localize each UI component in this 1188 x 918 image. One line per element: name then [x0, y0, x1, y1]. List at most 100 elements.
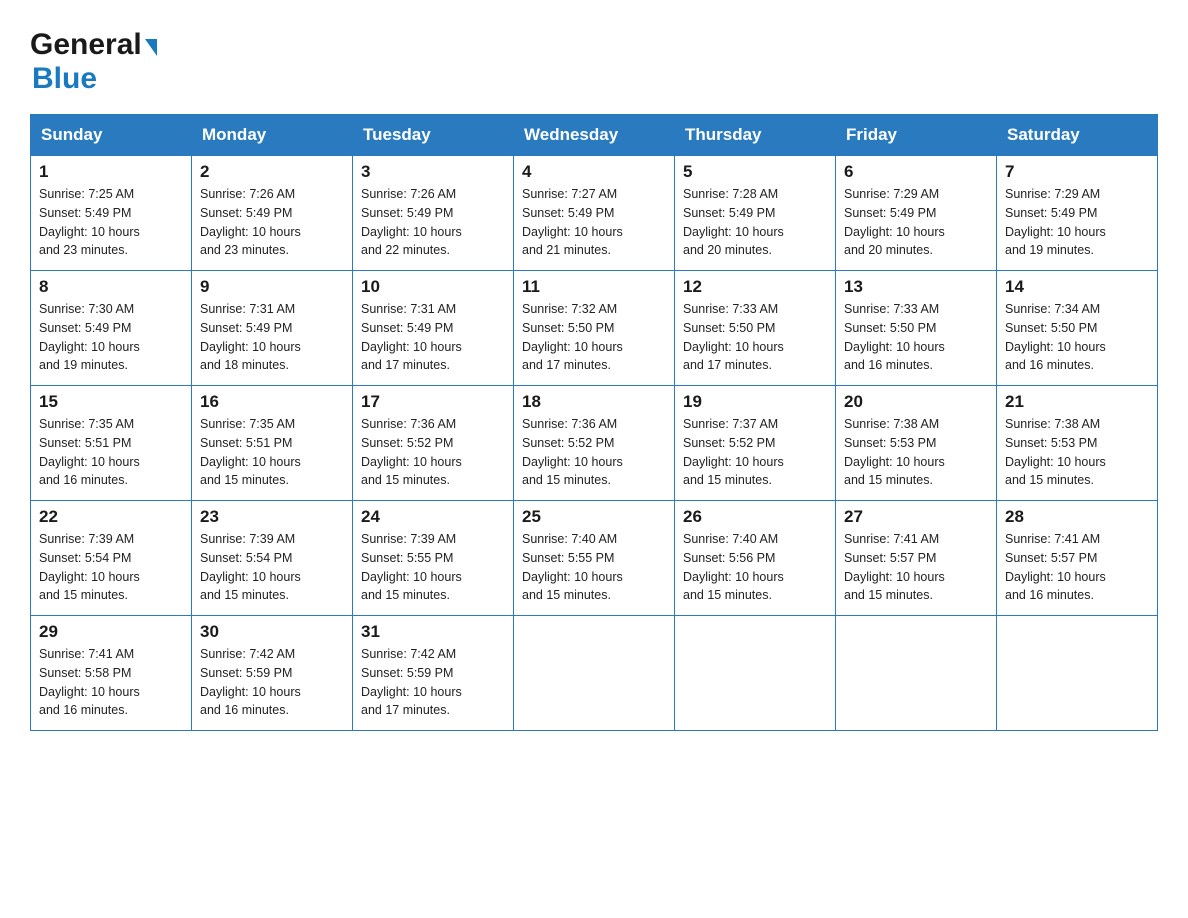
calendar-cell: 18 Sunrise: 7:36 AMSunset: 5:52 PMDayligh…	[514, 386, 675, 501]
calendar-table: SundayMondayTuesdayWednesdayThursdayFrid…	[30, 114, 1158, 731]
calendar-cell: 17 Sunrise: 7:36 AMSunset: 5:52 PMDayligh…	[353, 386, 514, 501]
day-info: Sunrise: 7:29 AMSunset: 5:49 PMDaylight:…	[1005, 185, 1149, 260]
calendar-cell: 6 Sunrise: 7:29 AMSunset: 5:49 PMDaylight…	[836, 156, 997, 271]
day-number: 24	[361, 507, 505, 527]
calendar-cell: 15 Sunrise: 7:35 AMSunset: 5:51 PMDayligh…	[31, 386, 192, 501]
day-info: Sunrise: 7:33 AMSunset: 5:50 PMDaylight:…	[844, 300, 988, 375]
logo-general: General	[30, 28, 142, 62]
day-info: Sunrise: 7:32 AMSunset: 5:50 PMDaylight:…	[522, 300, 666, 375]
day-number: 10	[361, 277, 505, 297]
day-info: Sunrise: 7:39 AMSunset: 5:54 PMDaylight:…	[39, 530, 183, 605]
day-info: Sunrise: 7:36 AMSunset: 5:52 PMDaylight:…	[522, 415, 666, 490]
weekday-header-row: SundayMondayTuesdayWednesdayThursdayFrid…	[31, 115, 1158, 156]
day-info: Sunrise: 7:28 AMSunset: 5:49 PMDaylight:…	[683, 185, 827, 260]
weekday-header-wednesday: Wednesday	[514, 115, 675, 156]
calendar-cell: 4 Sunrise: 7:27 AMSunset: 5:49 PMDaylight…	[514, 156, 675, 271]
calendar-cell: 13 Sunrise: 7:33 AMSunset: 5:50 PMDayligh…	[836, 271, 997, 386]
day-info: Sunrise: 7:42 AMSunset: 5:59 PMDaylight:…	[200, 645, 344, 720]
day-number: 27	[844, 507, 988, 527]
calendar-cell: 31 Sunrise: 7:42 AMSunset: 5:59 PMDayligh…	[353, 616, 514, 731]
day-info: Sunrise: 7:34 AMSunset: 5:50 PMDaylight:…	[1005, 300, 1149, 375]
day-number: 14	[1005, 277, 1149, 297]
day-number: 3	[361, 162, 505, 182]
page-header: General Blue	[30, 20, 1158, 96]
day-number: 11	[522, 277, 666, 297]
day-info: Sunrise: 7:31 AMSunset: 5:49 PMDaylight:…	[200, 300, 344, 375]
calendar-cell: 9 Sunrise: 7:31 AMSunset: 5:49 PMDaylight…	[192, 271, 353, 386]
day-info: Sunrise: 7:41 AMSunset: 5:58 PMDaylight:…	[39, 645, 183, 720]
calendar-cell: 7 Sunrise: 7:29 AMSunset: 5:49 PMDaylight…	[997, 156, 1158, 271]
weekday-header-tuesday: Tuesday	[353, 115, 514, 156]
weekday-header-monday: Monday	[192, 115, 353, 156]
calendar-cell: 10 Sunrise: 7:31 AMSunset: 5:49 PMDayligh…	[353, 271, 514, 386]
calendar-cell: 22Sunrise: 7:39 AMSunset: 5:54 PMDayligh…	[31, 501, 192, 616]
week-row-5: 29 Sunrise: 7:41 AMSunset: 5:58 PMDayligh…	[31, 616, 1158, 731]
calendar-cell: 21 Sunrise: 7:38 AMSunset: 5:53 PMDayligh…	[997, 386, 1158, 501]
day-number: 17	[361, 392, 505, 412]
day-info: Sunrise: 7:26 AMSunset: 5:49 PMDaylight:…	[200, 185, 344, 260]
day-info: Sunrise: 7:35 AMSunset: 5:51 PMDaylight:…	[200, 415, 344, 490]
day-number: 6	[844, 162, 988, 182]
day-number: 12	[683, 277, 827, 297]
day-number: 16	[200, 392, 344, 412]
day-info: Sunrise: 7:42 AMSunset: 5:59 PMDaylight:…	[361, 645, 505, 720]
logo: General Blue	[30, 20, 157, 96]
calendar-cell: 12 Sunrise: 7:33 AMSunset: 5:50 PMDayligh…	[675, 271, 836, 386]
day-info: Sunrise: 7:30 AMSunset: 5:49 PMDaylight:…	[39, 300, 183, 375]
day-info: Sunrise: 7:38 AMSunset: 5:53 PMDaylight:…	[1005, 415, 1149, 490]
day-number: 23	[200, 507, 344, 527]
day-number: 18	[522, 392, 666, 412]
day-number: 7	[1005, 162, 1149, 182]
calendar-cell: 28 Sunrise: 7:41 AMSunset: 5:57 PMDayligh…	[997, 501, 1158, 616]
calendar-cell: 2Sunrise: 7:26 AMSunset: 5:49 PMDaylight…	[192, 156, 353, 271]
calendar-cell: 19Sunrise: 7:37 AMSunset: 5:52 PMDayligh…	[675, 386, 836, 501]
calendar-cell: 16 Sunrise: 7:35 AMSunset: 5:51 PMDayligh…	[192, 386, 353, 501]
day-number: 29	[39, 622, 183, 642]
day-number: 20	[844, 392, 988, 412]
calendar-cell: 1 Sunrise: 7:25 AMSunset: 5:49 PMDaylight…	[31, 156, 192, 271]
day-number: 25	[522, 507, 666, 527]
week-row-4: 22Sunrise: 7:39 AMSunset: 5:54 PMDayligh…	[31, 501, 1158, 616]
day-info: Sunrise: 7:31 AMSunset: 5:49 PMDaylight:…	[361, 300, 505, 375]
calendar-cell: 24Sunrise: 7:39 AMSunset: 5:55 PMDayligh…	[353, 501, 514, 616]
week-row-3: 15 Sunrise: 7:35 AMSunset: 5:51 PMDayligh…	[31, 386, 1158, 501]
calendar-cell: 20Sunrise: 7:38 AMSunset: 5:53 PMDayligh…	[836, 386, 997, 501]
day-info: Sunrise: 7:41 AMSunset: 5:57 PMDaylight:…	[1005, 530, 1149, 605]
day-info: Sunrise: 7:35 AMSunset: 5:51 PMDaylight:…	[39, 415, 183, 490]
calendar-cell: 11 Sunrise: 7:32 AMSunset: 5:50 PMDayligh…	[514, 271, 675, 386]
calendar-cell: 8 Sunrise: 7:30 AMSunset: 5:49 PMDaylight…	[31, 271, 192, 386]
day-number: 5	[683, 162, 827, 182]
day-number: 15	[39, 392, 183, 412]
day-number: 9	[200, 277, 344, 297]
calendar-cell	[836, 616, 997, 731]
logo-blue: Blue	[32, 62, 97, 95]
day-number: 1	[39, 162, 183, 182]
day-info: Sunrise: 7:26 AMSunset: 5:49 PMDaylight:…	[361, 185, 505, 260]
day-info: Sunrise: 7:40 AMSunset: 5:56 PMDaylight:…	[683, 530, 827, 605]
day-number: 26	[683, 507, 827, 527]
day-number: 8	[39, 277, 183, 297]
day-info: Sunrise: 7:41 AMSunset: 5:57 PMDaylight:…	[844, 530, 988, 605]
day-info: Sunrise: 7:36 AMSunset: 5:52 PMDaylight:…	[361, 415, 505, 490]
calendar-cell: 5 Sunrise: 7:28 AMSunset: 5:49 PMDaylight…	[675, 156, 836, 271]
calendar-cell: 27 Sunrise: 7:41 AMSunset: 5:57 PMDayligh…	[836, 501, 997, 616]
calendar-cell: 25Sunrise: 7:40 AMSunset: 5:55 PMDayligh…	[514, 501, 675, 616]
day-number: 30	[200, 622, 344, 642]
day-number: 19	[683, 392, 827, 412]
calendar-cell: 14 Sunrise: 7:34 AMSunset: 5:50 PMDayligh…	[997, 271, 1158, 386]
day-number: 21	[1005, 392, 1149, 412]
day-number: 28	[1005, 507, 1149, 527]
weekday-header-thursday: Thursday	[675, 115, 836, 156]
day-info: Sunrise: 7:29 AMSunset: 5:49 PMDaylight:…	[844, 185, 988, 260]
day-info: Sunrise: 7:25 AMSunset: 5:49 PMDaylight:…	[39, 185, 183, 260]
day-number: 4	[522, 162, 666, 182]
day-info: Sunrise: 7:33 AMSunset: 5:50 PMDaylight:…	[683, 300, 827, 375]
calendar-cell: 29 Sunrise: 7:41 AMSunset: 5:58 PMDayligh…	[31, 616, 192, 731]
day-number: 31	[361, 622, 505, 642]
calendar-cell	[675, 616, 836, 731]
calendar-cell: 26 Sunrise: 7:40 AMSunset: 5:56 PMDayligh…	[675, 501, 836, 616]
day-number: 13	[844, 277, 988, 297]
week-row-1: 1 Sunrise: 7:25 AMSunset: 5:49 PMDaylight…	[31, 156, 1158, 271]
logo-arrow-icon	[145, 39, 157, 56]
day-info: Sunrise: 7:27 AMSunset: 5:49 PMDaylight:…	[522, 185, 666, 260]
